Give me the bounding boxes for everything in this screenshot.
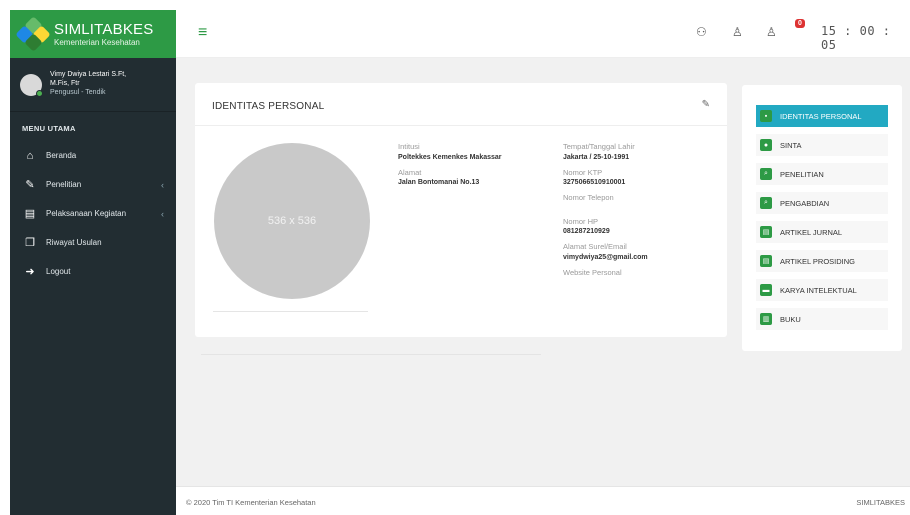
side-tab-label: SINTA — [780, 140, 802, 150]
field-label: Nomor KTP — [563, 167, 603, 177]
user-name-line1: Vimy Dwiya Lestari S.Ft, — [50, 71, 127, 79]
field-label: Alamat — [398, 167, 422, 177]
side-tab-identitas-personal[interactable]: ▪ IDENTITAS PERSONAL — [756, 105, 888, 127]
profile-photo-placeholder: 536 x 536 — [214, 143, 370, 299]
side-tab-pengabdian[interactable]: ⌕ PENGABDIAN — [756, 192, 888, 214]
sidebar-item-label: Riwayat Usulan — [46, 238, 102, 247]
field-label: Intitusi — [398, 142, 420, 151]
profile-side-menu: ▪ IDENTITAS PERSONAL ● SINTA ⌕ PENELITIAN ⌕ PEN… — [742, 85, 902, 351]
chevron-left-icon: ‹ — [161, 179, 164, 190]
tab-icon: ▤ — [760, 226, 772, 238]
field-value — [563, 205, 648, 210]
footer-copyright: © 2020 Tim TI Kementerian Kesehatan — [186, 498, 316, 507]
home-icon: ⌂ — [26, 149, 34, 162]
sidebar-item-riwayat-usulan[interactable]: ❐ Riwayat Usulan — [10, 228, 176, 257]
side-tab-karya-intelektual[interactable]: ▬ KARYA INTELEKTUAL — [756, 279, 888, 301]
tab-icon: ▪ — [760, 110, 772, 122]
tab-icon: ▥ — [760, 313, 772, 325]
divider — [201, 354, 541, 355]
side-tab-sinta[interactable]: ● SINTA — [756, 134, 888, 156]
sidebar-menu: ⌂ Beranda ✎ Penelitian ‹ ▤ Pelaksanaan Kegiata… — [10, 141, 176, 286]
brand-header[interactable]: SIMLITABKES Kementerian Kesehatan — [10, 10, 176, 58]
side-tab-label: BUKU — [780, 314, 801, 324]
fields-left: Intitusi Poltekkes Kemenkes Makassar Alama… — [398, 143, 502, 194]
edit-icon: ✎ — [25, 179, 35, 191]
sidebar-item-penelitian[interactable]: ✎ Penelitian ‹ — [10, 170, 176, 199]
field-label: Tempat/Tanggal Lahir — [563, 142, 635, 151]
sidebar-item-beranda[interactable]: ⌂ Beranda — [10, 141, 176, 170]
divider — [213, 311, 368, 312]
field-value: Poltekkes Kemenkes Makassar — [398, 153, 502, 161]
chevron-left-icon: ‹ — [161, 208, 164, 219]
side-tab-label: PENGABDIAN — [780, 198, 830, 208]
field-value: 081287210929 — [563, 228, 610, 235]
field-label: Website Personal — [563, 267, 622, 277]
edit-icon[interactable]: ✎ — [702, 99, 710, 110]
side-tab-label: PENELITIAN — [780, 169, 824, 179]
side-tab-penelitian[interactable]: ⌕ PENELITIAN — [756, 163, 888, 185]
user-notify-icon[interactable]: ♙ — [766, 25, 777, 39]
footer-brand: SIMLITABKES — [856, 498, 905, 507]
side-tab-label: ARTIKEL JURNAL — [780, 227, 843, 237]
sidebar: SIMLITABKES Kementerian Kesehatan Vimy D… — [10, 10, 176, 515]
menu-header: MENU UTAMA — [22, 124, 76, 133]
hamburger-menu-icon[interactable]: ≡ — [198, 25, 207, 41]
fields-right: Tempat/Tanggal Lahir Jakarta / 25-10-1991… — [563, 143, 648, 292]
sidebar-item-label: Penelitian — [46, 180, 82, 189]
sidebar-item-pelaksanaan-kegiatan[interactable]: ▤ Pelaksanaan Kegiatan ‹ — [10, 199, 176, 228]
clock: 15 : 00 : 05 — [821, 24, 891, 52]
tab-icon: ▬ — [760, 284, 772, 296]
users-icon[interactable]: ⚇ — [696, 25, 707, 39]
user-panel: Vimy Dwiya Lestari S.Ft, M.Fis, Ftr Peng… — [10, 58, 176, 112]
files-icon: ❐ — [25, 237, 35, 249]
photo-placeholder-label: 536 x 536 — [267, 215, 317, 227]
sidebar-item-label: Logout — [46, 267, 71, 276]
card-title: IDENTITAS PERSONAL — [212, 101, 325, 112]
sidebar-item-logout[interactable]: ➜ Logout — [10, 257, 176, 286]
user-name-line2: M.Fis, Ftr — [50, 80, 80, 88]
field-value — [563, 279, 648, 284]
tab-icon: ● — [760, 139, 772, 151]
field-value: 3275066510910001 — [563, 179, 626, 186]
tab-icon: ⌕ — [760, 168, 772, 180]
card-divider — [195, 125, 727, 126]
clipboard-icon: ▤ — [24, 208, 36, 220]
avatar — [20, 73, 43, 97]
tab-icon: ▤ — [760, 255, 772, 267]
brand-title: SIMLITABKES — [54, 20, 154, 38]
identity-card: IDENTITAS PERSONAL ✎ 536 x 536 Intitusi P… — [195, 83, 727, 337]
main-content: IDENTITAS PERSONAL ✎ 536 x 536 Intitusi P… — [176, 58, 910, 486]
side-tab-artikel-prosiding[interactable]: ▤ ARTIKEL PROSIDING — [756, 250, 888, 272]
sidebar-item-label: Pelaksanaan Kegiatan — [46, 209, 127, 218]
field-label: Alamat Surel/Email — [563, 242, 627, 251]
user-role: Pengusul - Tendik — [50, 88, 106, 96]
side-tab-label: ARTIKEL PROSIDING — [780, 256, 856, 266]
user-icon[interactable]: ♙ — [732, 25, 743, 39]
topbar: ≡ ⚇ ♙ ♙ 0 15 : 00 : 05 — [176, 10, 910, 58]
online-status-icon — [36, 89, 43, 97]
field-value: vimydwiya25@gmail.com — [563, 253, 648, 261]
side-tab-label: IDENTITAS PERSONAL — [780, 111, 862, 121]
brand-subtitle: Kementerian Kesehatan — [54, 37, 140, 47]
notification-badge: 0 — [795, 19, 805, 28]
logo-icon — [15, 16, 51, 52]
side-tab-label: KARYA INTELEKTUAL — [780, 285, 857, 295]
field-value: Jakarta / 25-10-1991 — [563, 153, 630, 161]
side-tab-buku[interactable]: ▥ BUKU — [756, 308, 888, 330]
field-label: Nomor Telepon — [563, 193, 614, 202]
field-label: Nomor HP — [563, 216, 599, 226]
footer: © 2020 Tim TI Kementerian Kesehatan SIML… — [176, 486, 910, 515]
field-value: Jalan Bontomanai No.13 — [398, 179, 480, 186]
tab-icon: ⌕ — [760, 197, 772, 209]
logout-icon: ➜ — [25, 266, 35, 278]
side-tab-artikel-jurnal[interactable]: ▤ ARTIKEL JURNAL — [756, 221, 888, 243]
sidebar-item-label: Beranda — [46, 151, 77, 160]
